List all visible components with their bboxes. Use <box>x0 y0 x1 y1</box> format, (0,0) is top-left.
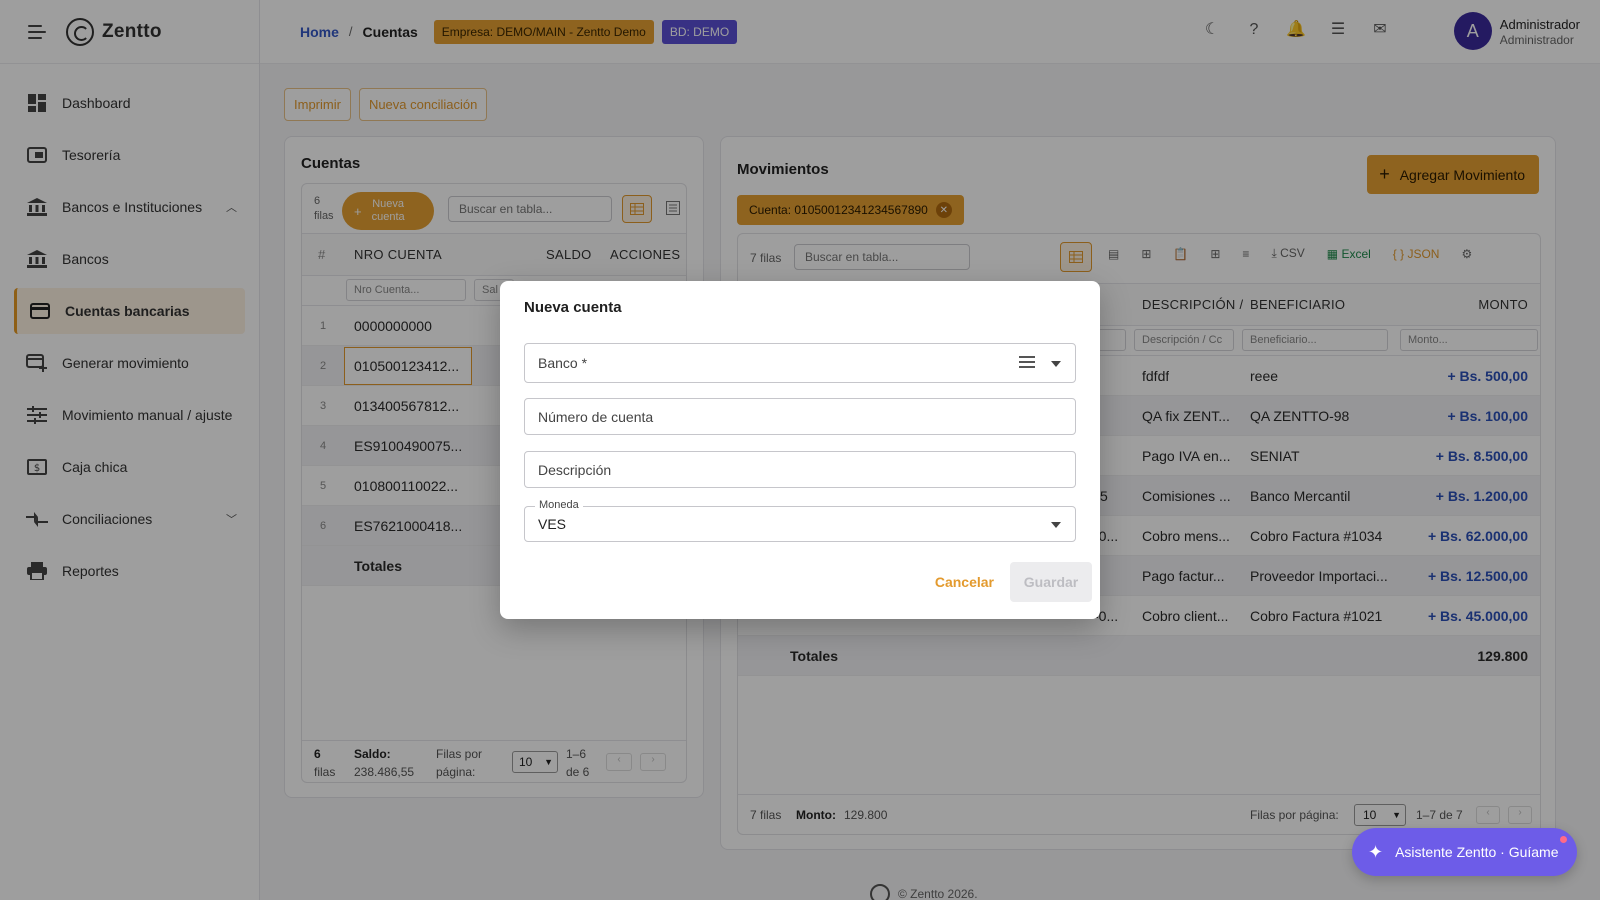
nueva-cuenta-dialog: Nueva cuenta Banco * Número de cuenta De… <box>500 281 1100 619</box>
save-button[interactable]: Guardar <box>1010 562 1092 602</box>
dialog-title: Nueva cuenta <box>524 299 622 316</box>
moneda-label: Moneda <box>535 499 583 511</box>
moneda-select[interactable]: Moneda VES <box>524 499 1076 542</box>
assistant-button[interactable]: ✦ Asistente Zentto · Guíame <box>1352 828 1577 876</box>
moneda-value: VES <box>538 516 567 532</box>
descripcion-field[interactable]: Descripción <box>524 451 1076 488</box>
sparkle-icon: ✦ <box>1368 841 1384 862</box>
list-picker-icon[interactable] <box>1019 356 1035 370</box>
banco-select[interactable]: Banco * <box>524 343 1076 383</box>
notification-dot <box>1560 836 1567 843</box>
banco-label: Banco * <box>538 355 588 371</box>
numero-cuenta-field[interactable]: Número de cuenta <box>524 398 1076 435</box>
cancel-button[interactable]: Cancelar <box>935 574 994 590</box>
assistant-label: Asistente Zentto · Guíame <box>1395 844 1559 860</box>
chevron-down-icon[interactable] <box>1051 522 1061 528</box>
chevron-down-icon[interactable] <box>1051 361 1061 367</box>
